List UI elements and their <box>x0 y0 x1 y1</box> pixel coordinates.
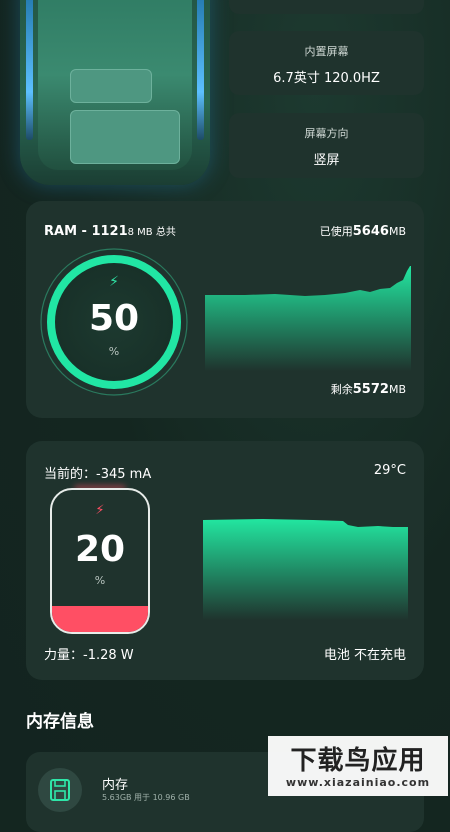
ram-usage-percent: 50 <box>88 298 140 339</box>
battery-current-chart <box>203 519 408 620</box>
ram-used: 已使用5646MB <box>320 223 406 239</box>
watermark-sub: www.xiazainiao.com <box>285 776 431 789</box>
battery-status-value: 不在充电 <box>353 648 406 663</box>
ram-usage-chart <box>205 266 411 371</box>
battery-level-fill <box>52 606 148 632</box>
phone-ui-block <box>70 69 152 103</box>
battery-status: 电池 不在充电 <box>324 644 406 663</box>
ram-remaining-unit: MB <box>388 383 406 396</box>
battery-panel[interactable]: 当前的：-345 mA 29°C ⚡ 20 % 力量：-1.28 W 电池 不在… <box>26 441 424 680</box>
ram-used-unit: MB <box>388 225 406 238</box>
phone-edge-right <box>197 0 204 140</box>
percent-sign: % <box>94 574 106 587</box>
ram-used-value: 5646 <box>352 224 389 239</box>
battery-current-label: 当前的： <box>44 467 97 482</box>
info-card-value: 竖屏 <box>313 153 340 168</box>
ram-remaining-label: 剩余 <box>330 383 353 396</box>
battery-power-label: 力量： <box>44 648 84 663</box>
battery-status-label: 电池 <box>323 648 350 663</box>
ram-remaining: 剩余5572MB <box>331 381 406 397</box>
ram-used-label: 已使用 <box>319 225 353 238</box>
storage-icon-bg <box>38 768 82 812</box>
ram-title: RAM - 11218 MB 总共 <box>44 223 176 239</box>
percent-sign: % <box>108 345 120 358</box>
watermark-logo: 下载鸟应用 www.xiazainiao.com <box>268 736 448 796</box>
ram-panel[interactable]: RAM - 11218 MB 总共 已使用5646MB ⚡ 50 % 剩余557… <box>26 201 424 418</box>
phone-illustration <box>20 0 210 185</box>
battery-level-percent: 20 <box>74 529 126 570</box>
ram-remaining-value: 5572 <box>352 382 389 397</box>
storage-item-detail: 5.63GB 用于 10.96 GB <box>102 793 190 802</box>
watermark-main: 下载鸟应用 <box>290 746 426 776</box>
ram-total-value: RAM - 1121 <box>44 224 128 239</box>
bolt-icon: ⚡ <box>109 274 119 290</box>
battery-temperature: 29°C <box>373 463 406 478</box>
storage-section-title: 内存信息 <box>26 712 94 732</box>
info-card-value: 6.7英寸 120.0HZ <box>273 71 380 86</box>
info-card-orientation: 屏幕方向 竖屏 <box>229 113 424 178</box>
battery-current-value: -345 mA <box>96 467 152 482</box>
ram-total-unit: 8 MB 总共 <box>127 227 176 238</box>
phone-edge-left <box>26 0 33 140</box>
info-card-screen: 内置屏幕 6.7英寸 120.0HZ <box>229 31 424 95</box>
ram-usage-area <box>205 266 411 371</box>
save-icon <box>50 779 70 801</box>
phone-ui-block <box>70 110 180 164</box>
storage-item-name: 内存 <box>102 778 129 793</box>
battery-current-area <box>203 519 408 620</box>
battery-power: 力量：-1.28 W <box>44 644 134 663</box>
battery-current: 当前的：-345 mA <box>44 463 151 482</box>
info-card-top <box>229 0 424 14</box>
bolt-icon: ⚡ <box>95 503 105 518</box>
battery-power-value: -1.28 W <box>83 648 134 663</box>
info-card-label: 内置屏幕 <box>304 45 349 58</box>
info-card-label: 屏幕方向 <box>304 127 349 140</box>
